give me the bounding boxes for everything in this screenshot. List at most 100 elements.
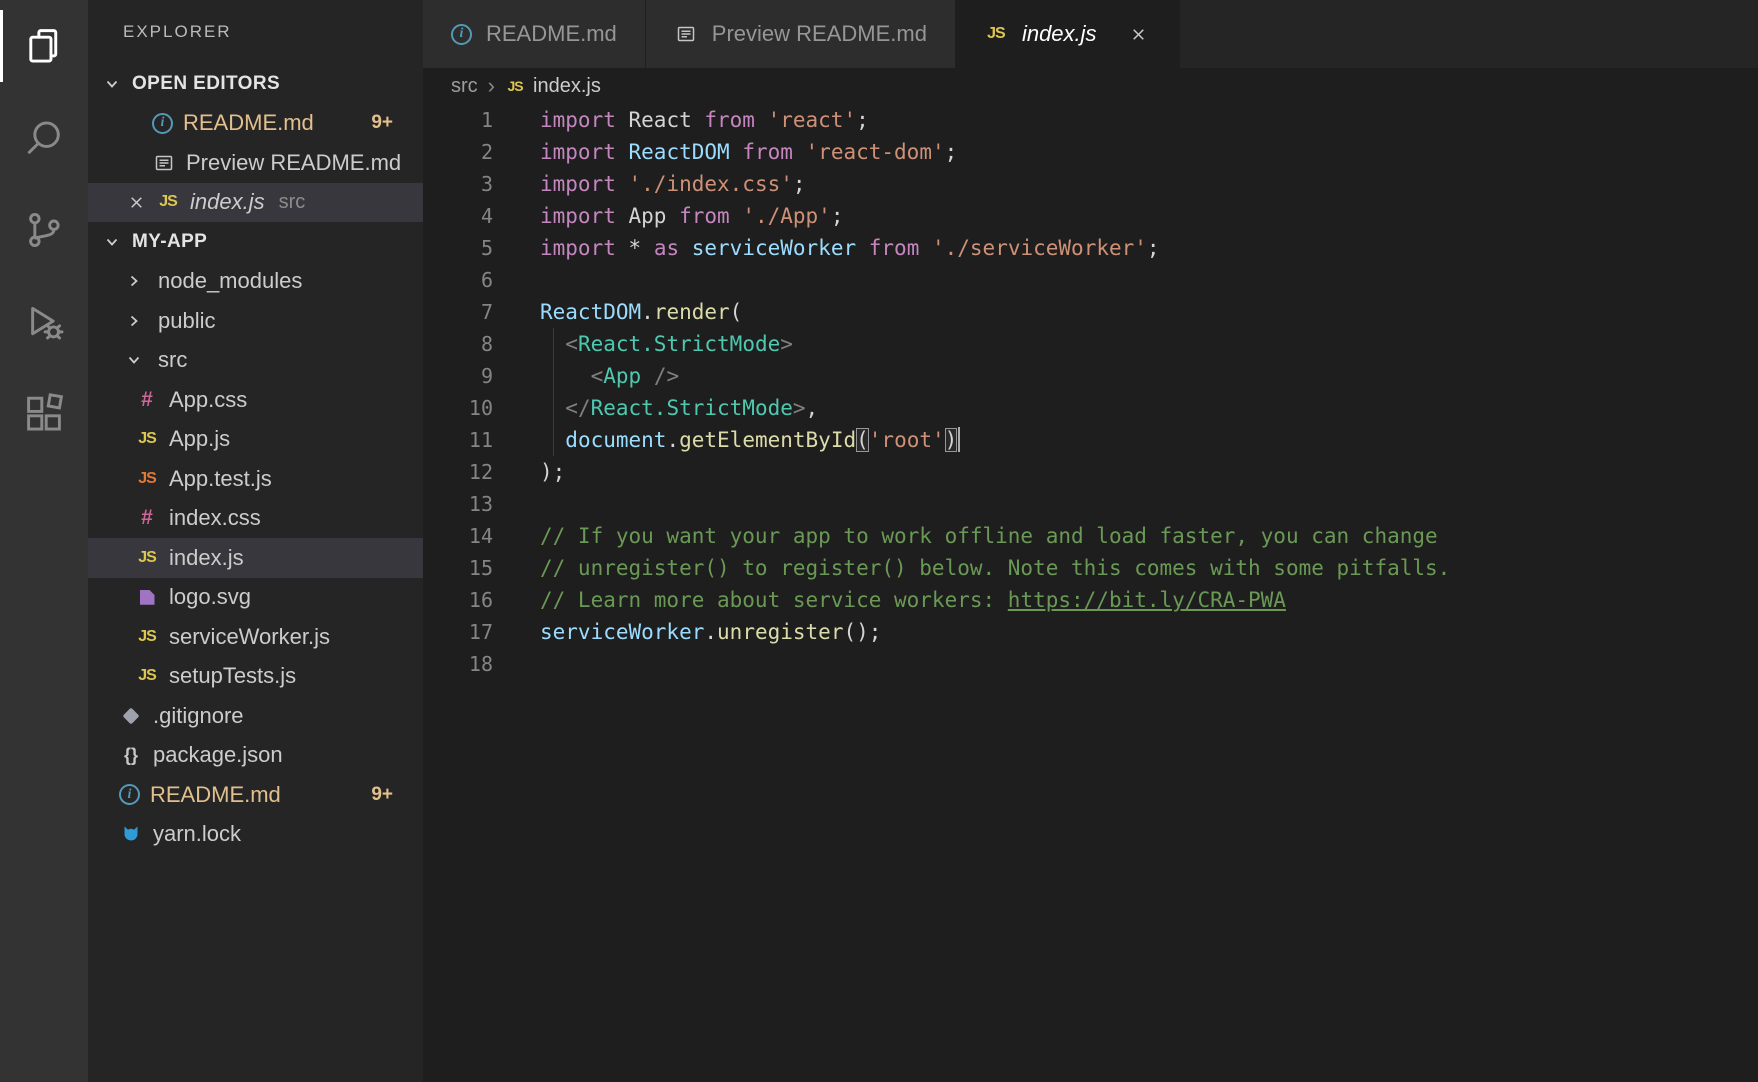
code-token: ReactDOM	[540, 300, 641, 324]
line-number: 15	[423, 552, 540, 584]
close-editor-icon[interactable]	[124, 190, 148, 214]
tree-item-logo-svg[interactable]: logo.svg	[88, 578, 423, 618]
code-line-11: 11 document.getElementById('root')	[423, 424, 1758, 456]
tree-item-gitignore[interactable]: .gitignore	[88, 696, 423, 736]
code-token: import	[540, 172, 629, 196]
tree-item-readme-md[interactable]: iREADME.md9+	[88, 775, 423, 815]
tree-item-src[interactable]: src	[88, 341, 423, 381]
code-token: document	[565, 428, 666, 452]
open-editor-readme-md[interactable]: iREADME.md9+	[88, 104, 423, 144]
tree-item-app-test-js[interactable]: JSApp.test.js	[88, 459, 423, 499]
folder-section-header[interactable]: MY-APP	[88, 222, 423, 262]
source-control-icon	[22, 208, 66, 252]
run-debug-icon	[22, 300, 66, 344]
chevron-down-icon	[100, 72, 124, 96]
code-token: ;	[856, 108, 869, 132]
tree-item-index-css[interactable]: # index.css	[88, 499, 423, 539]
tree-item-node-modules[interactable]: node_modules	[88, 262, 423, 302]
comment-link[interactable]: https://bit.ly/CRA-PWA	[1008, 588, 1286, 612]
tab-readme-md[interactable]: i README.md	[423, 0, 646, 68]
tree-item-setuptests-js[interactable]: JS setupTests.js	[88, 657, 423, 697]
code-text: import ReactDOM from 'react-dom';	[540, 136, 957, 168]
code-text: serviceWorker.unregister();	[540, 616, 881, 648]
tree-item-app-css[interactable]: #App.css	[88, 380, 423, 420]
chevron-right-icon	[122, 309, 146, 333]
tree-item-serviceworker-js[interactable]: JSserviceWorker.js	[88, 617, 423, 657]
code-token: .	[666, 428, 679, 452]
code-token: .	[704, 620, 717, 644]
code-text: import * as serviceWorker from './servic…	[540, 232, 1160, 264]
code-token: );	[540, 460, 565, 484]
code-token: './App'	[742, 204, 831, 228]
line-number: 10	[423, 392, 540, 424]
tab-bar: i README.md Preview README.md JSindex.js	[423, 0, 1758, 68]
search-icon	[22, 116, 66, 160]
code-token: // unregister() to register() below. Not…	[540, 556, 1450, 580]
breadcrumb-index-js[interactable]: JSindex.js	[505, 75, 601, 98]
line-number: 12	[423, 456, 540, 488]
code-line-7: 7ReactDOM.render(	[423, 296, 1758, 328]
folder-name: MY-APP	[132, 231, 207, 253]
files-icon	[22, 24, 66, 68]
code-token: serviceWorker	[540, 620, 704, 644]
breadcrumb-label: src	[451, 75, 478, 98]
close-tab-icon[interactable]	[1127, 22, 1151, 46]
open-editors-header[interactable]: OPEN EDITORS	[88, 64, 423, 104]
activity-explorer-button[interactable]	[0, 0, 88, 92]
open-editor-index-js[interactable]: JSindex.jssrc	[88, 183, 423, 223]
code-line-18: 18	[423, 648, 1758, 680]
breadcrumb-src[interactable]: src	[451, 75, 478, 98]
line-number: 2	[423, 136, 540, 168]
tree-item-app-js[interactable]: JSApp.js	[88, 420, 423, 460]
info-icon: i	[119, 784, 140, 805]
code-line-15: 15// unregister() to register() below. N…	[423, 552, 1758, 584]
breadcrumb-label: index.js	[533, 75, 601, 98]
tree-item-label: index.css	[169, 505, 261, 531]
tree-item-label: setupTests.js	[169, 663, 296, 689]
active-indicator	[0, 10, 3, 82]
code-token: ;	[793, 172, 806, 196]
info-icon: i	[152, 113, 173, 134]
problems-badge: 9+	[371, 112, 393, 134]
tree-item-label: package.json	[153, 742, 283, 768]
explorer-sidebar: EXPLORER OPEN EDITORS iREADME.md9+Previe…	[88, 0, 423, 1082]
tab-index-js[interactable]: JSindex.js	[956, 0, 1180, 68]
tree-item-yarn-lock[interactable]: yarn.lock	[88, 815, 423, 855]
code-line-6: 6	[423, 264, 1758, 296]
code-editor[interactable]: 1import React from 'react';2import React…	[423, 104, 1758, 1082]
code-token: as	[654, 236, 692, 260]
chevron-right-icon	[122, 269, 146, 293]
tree-item-label: serviceWorker.js	[169, 624, 330, 650]
tab-label: index.js	[1022, 21, 1097, 47]
activity-extensions-button[interactable]	[0, 368, 88, 460]
tree-item-public[interactable]: public	[88, 301, 423, 341]
info-icon: i	[451, 24, 472, 45]
activity-run-debug-button[interactable]	[0, 276, 88, 368]
js-test-icon: JS	[135, 467, 159, 491]
code-token: ;	[1147, 236, 1160, 260]
tab-label: README.md	[486, 21, 617, 47]
open-editor-preview-readme-md[interactable]: Preview README.md	[88, 143, 423, 183]
yarn-icon	[119, 822, 143, 846]
code-lines: 1import React from 'react';2import React…	[423, 104, 1758, 680]
tree-item-package-json[interactable]: {}package.json	[88, 736, 423, 776]
activity-search-button[interactable]	[0, 92, 88, 184]
js-icon: JS	[135, 664, 159, 688]
bracket-match: (	[856, 428, 869, 452]
code-line-14: 14// If you want your app to work offlin…	[423, 520, 1758, 552]
tab-preview-readme-md[interactable]: Preview README.md	[646, 0, 956, 68]
indent-guide	[553, 328, 554, 456]
code-token: >	[793, 396, 806, 420]
line-number: 14	[423, 520, 540, 552]
code-token: (	[730, 300, 743, 324]
css-icon: #	[135, 506, 159, 530]
activity-source-control-button[interactable]	[0, 184, 88, 276]
tab-label: Preview README.md	[712, 21, 927, 47]
code-line-9: 9 <App />	[423, 360, 1758, 392]
code-token: </	[565, 396, 590, 420]
code-token: // If you want your app to work offline …	[540, 524, 1438, 548]
line-number: 7	[423, 296, 540, 328]
tree-item-label: public	[158, 308, 215, 334]
tree-item-index-js[interactable]: JSindex.js	[88, 538, 423, 578]
code-token: *	[629, 236, 654, 260]
